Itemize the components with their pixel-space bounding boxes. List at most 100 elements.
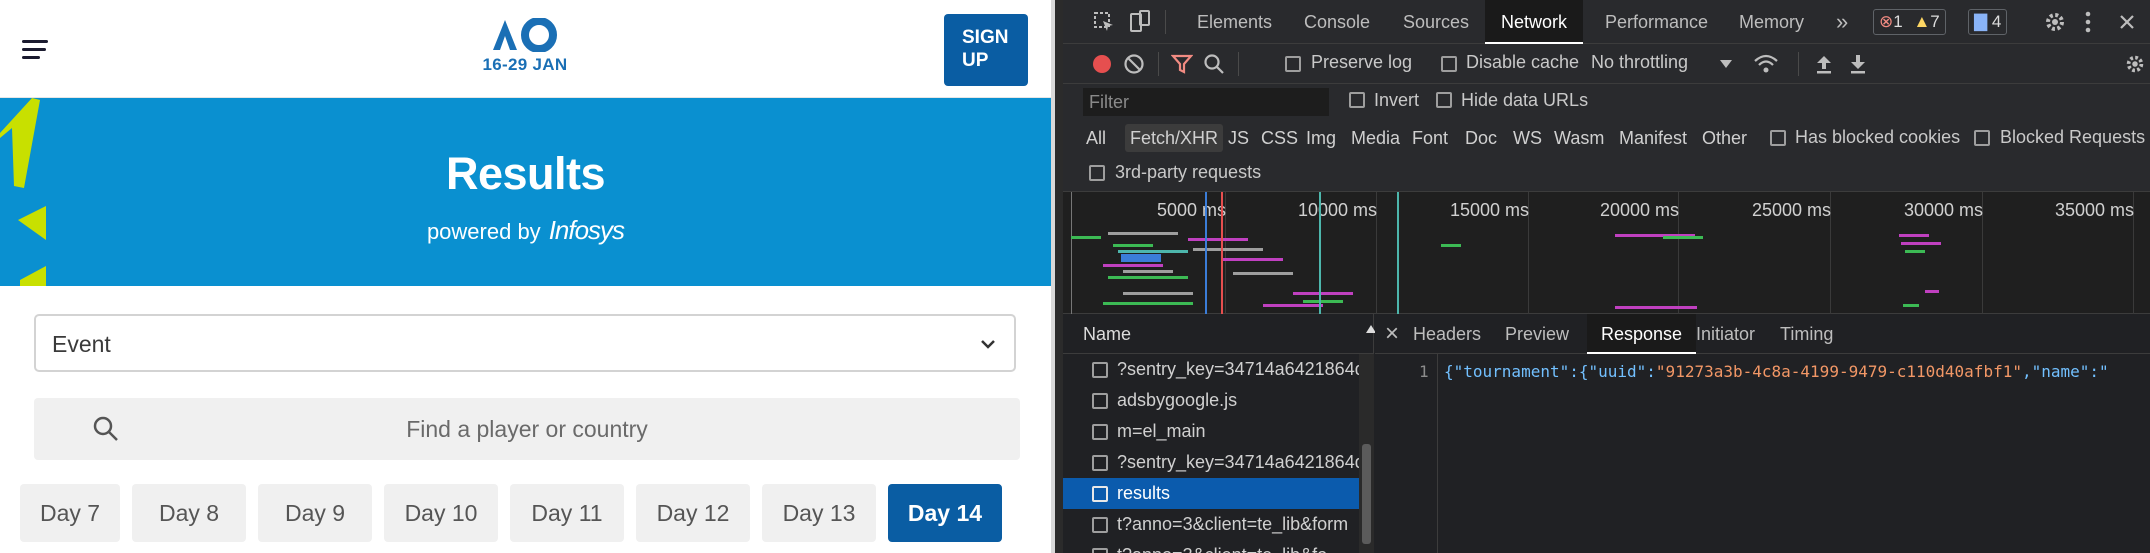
messages-badge[interactable]: ▇ 4 [1968,9,2008,35]
type-wasm[interactable]: Wasm [1554,124,1604,152]
message-count: 4 [1991,12,2002,31]
load-marker [1221,192,1223,314]
request-row[interactable]: ?sentry_key=34714a6421864d [1063,354,1359,385]
type-js[interactable]: JS [1228,124,1249,152]
devtools-panel: Elements Console Sources Network Perform… [1063,0,2150,553]
type-all[interactable]: All [1086,124,1106,152]
close-detail-icon[interactable]: × [1385,314,1399,354]
request-list-header[interactable]: Name [1063,314,1376,354]
clear-icon[interactable] [1123,53,1145,75]
third-party-checkbox[interactable] [1089,165,1105,181]
tab-headers[interactable]: Headers [1413,314,1481,354]
request-bar [1123,270,1173,273]
device-toolbar-icon[interactable] [1129,10,1151,34]
type-ws[interactable]: WS [1513,124,1542,152]
search-icon[interactable] [1203,53,1225,75]
request-icon [1092,548,1108,553]
timeline-tick: 25000 ms [1752,200,1832,220]
request-list-scrollbar[interactable] [1359,354,1374,553]
issue-counts[interactable]: ⊗1 ▲7 [1873,9,1946,35]
network-settings-icon[interactable] [2124,53,2146,75]
filter-input[interactable]: Filter [1083,88,1329,116]
request-row[interactable]: adsbygoogle.js [1063,385,1359,416]
warning-icon: ▲ [1913,12,1931,31]
event-select[interactable]: Event [34,314,1016,372]
tab-timing[interactable]: Timing [1780,314,1833,354]
scrollbar-thumb[interactable] [1362,444,1371,544]
json-suffix: ,"name":" [2021,362,2109,381]
response-body[interactable]: 1 {"tournament":{"uuid":"91273a3b-4c8a-4… [1375,362,2150,392]
request-bar [1905,250,1925,253]
response-code: {"tournament":{"uuid":"91273a3b-4c8a-419… [1444,362,2109,381]
day-tab[interactable]: Day 7 [20,484,120,542]
day-tab[interactable]: Day 13 [762,484,876,542]
settings-gear-icon[interactable] [2043,10,2067,34]
type-manifest[interactable]: Manifest [1619,124,1687,152]
request-name: ?sentry_key=34714a6421864d [1117,452,1359,472]
inspect-element-icon[interactable] [1093,11,1115,33]
request-name: ?sentry_key=34714a6421864d [1117,359,1359,379]
tab-memory[interactable]: Memory [1739,0,1804,44]
tab-console[interactable]: Console [1304,0,1370,44]
request-bar [1263,304,1323,307]
request-detail-pane: × Headers Preview Response Initiator Tim… [1375,314,2150,553]
type-css[interactable]: CSS [1261,124,1298,152]
disable-cache-checkbox[interactable] [1441,56,1457,72]
request-bar [1121,254,1161,262]
invert-checkbox[interactable] [1349,92,1365,108]
message-icon: ▇ [1974,12,1988,31]
type-media[interactable]: Media [1351,124,1400,152]
request-bar [1193,248,1263,251]
day-tab[interactable]: Day 9 [258,484,372,542]
has-blocked-cookies-checkbox[interactable] [1770,130,1786,146]
day-tab-active[interactable]: Day 14 [888,484,1002,542]
close-devtools-icon[interactable] [2118,13,2136,31]
more-options-icon[interactable] [2083,10,2093,34]
day-tab[interactable]: Day 11 [510,484,624,542]
tab-performance[interactable]: Performance [1605,0,1708,44]
day-tab[interactable]: Day 10 [384,484,498,542]
ao-logo[interactable]: 16-29 JAN [475,18,575,75]
hide-data-urls-checkbox[interactable] [1436,92,1452,108]
more-tabs-icon[interactable]: » [1836,0,1848,44]
request-row[interactable]: t?anno=3&client=te_lib&fo [1063,540,1359,553]
request-row-selected[interactable]: results [1063,478,1359,509]
import-har-icon[interactable] [1814,53,1834,75]
request-icon [1092,486,1108,502]
timeline-tick: 35000 ms [2055,200,2135,220]
type-font[interactable]: Font [1412,124,1448,152]
tab-initiator[interactable]: Initiator [1696,314,1755,354]
page-title: Results [445,148,606,199]
tab-response[interactable]: Response [1587,314,1697,354]
error-count: 1 [1893,12,1903,31]
player-search-input[interactable]: Find a player or country [34,398,1020,460]
tab-elements[interactable]: Elements [1197,0,1272,44]
signup-button[interactable]: SIGN UP [944,14,1028,86]
network-conditions-icon[interactable] [1753,53,1779,75]
type-other[interactable]: Other [1702,124,1747,152]
type-img[interactable]: Img [1306,124,1336,152]
throttling-select[interactable]: No throttling [1591,52,1688,73]
type-doc[interactable]: Doc [1465,124,1497,152]
request-row[interactable]: t?anno=3&client=te_lib&form [1063,509,1359,540]
request-icon [1092,517,1108,533]
json-prefix: {"tournament":{"uuid": [1444,362,1656,381]
tab-preview[interactable]: Preview [1505,314,1569,354]
menu-icon[interactable] [22,40,48,60]
tab-sources[interactable]: Sources [1403,0,1469,44]
request-list: Name ?sentry_key=34714a6421864d adsbygoo… [1063,314,1376,553]
day-tab[interactable]: Day 12 [636,484,750,542]
dropdown-arrow-icon[interactable] [1719,59,1733,69]
type-fetch-xhr[interactable]: Fetch/XHR [1125,124,1224,152]
request-row[interactable]: m=el_main [1063,416,1359,447]
preserve-log-checkbox[interactable] [1285,56,1301,72]
day-tab[interactable]: Day 8 [132,484,246,542]
pane-gutter [1055,0,1063,553]
request-row[interactable]: ?sentry_key=34714a6421864d [1063,447,1359,478]
export-har-icon[interactable] [1848,53,1868,75]
record-icon[interactable] [1092,54,1112,74]
tab-network[interactable]: Network [1485,0,1584,44]
network-overview-timeline[interactable]: 5000 ms 10000 ms 15000 ms 20000 ms 25000… [1063,192,2150,314]
blocked-requests-checkbox[interactable] [1974,130,1990,146]
filter-icon[interactable] [1171,54,1193,74]
